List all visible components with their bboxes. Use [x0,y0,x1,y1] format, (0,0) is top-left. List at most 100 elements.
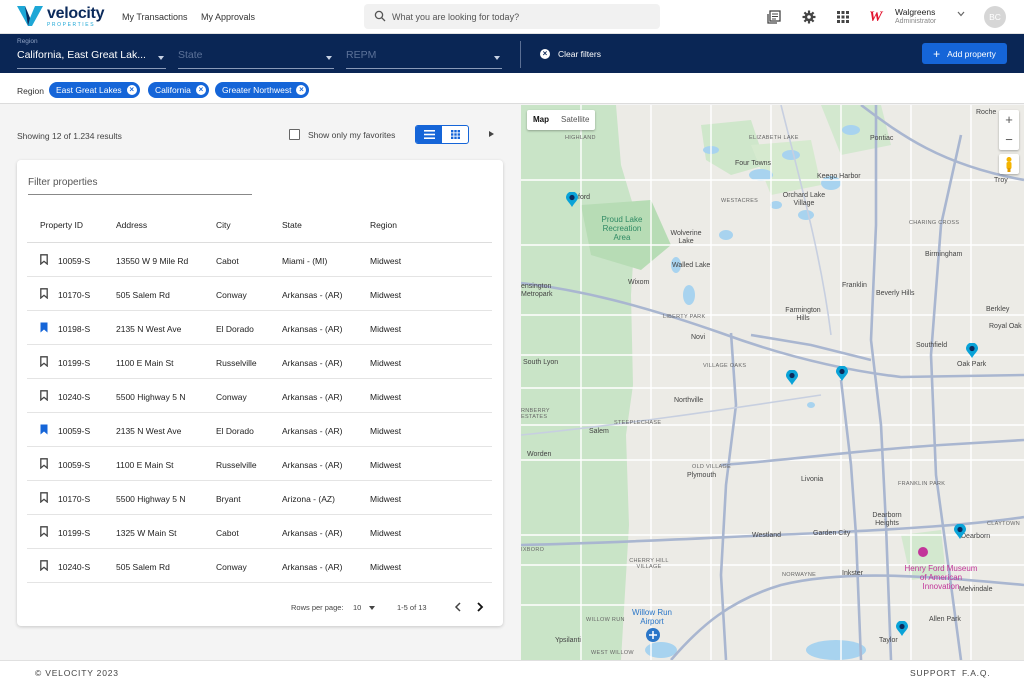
map-pin-icon[interactable] [896,621,908,636]
support-link[interactable]: SUPPORT [910,668,957,678]
list-view-button[interactable] [416,126,442,143]
table-row[interactable]: 10059-S 13550 W 9 Mile Rd Cabot Miami - (MI… [27,243,492,277]
chip-remove-icon[interactable]: × [126,85,137,95]
avatar[interactable]: BC [984,6,1006,28]
chip-remove-icon[interactable]: × [195,85,206,95]
table-row[interactable]: 10170-S 5500 Highway 5 N Bryant Arizona - (… [27,481,492,515]
chevron-left-icon[interactable] [454,602,462,612]
table-row[interactable]: 10240-S 505 Salem Rd Conway Arkansas - (AR)… [27,549,492,583]
table-row[interactable]: 10199-S 1100 E Main St Russelville Arkansas… [27,345,492,379]
filter-chip[interactable]: East Great Lakes × [49,82,140,98]
view-toggle [415,125,469,144]
map-pin-icon[interactable] [566,192,578,207]
cell-region: Midwest [370,392,402,402]
clear-filters-button[interactable]: × Clear filters [540,49,601,59]
expand-panel-icon[interactable] [489,131,494,137]
chevron-down-icon[interactable] [957,11,965,17]
favorites-label: Show only my favorites [308,129,396,140]
add-property-label: Add property [947,48,996,59]
rows-per-page-select[interactable]: 10 [353,603,361,612]
dropdown-arrow-icon [494,56,500,60]
filter-chip[interactable]: California × [148,82,209,98]
search-input[interactable]: What you are looking for today? [364,4,660,29]
company-name[interactable]: Walgreens [895,7,935,17]
map-type-satellite-button[interactable]: Satellite [555,110,595,130]
property-list-panel: Showing 12 of 1.234 results Show only my… [0,105,520,660]
bookmark-icon[interactable] [40,458,48,469]
table-row[interactable]: 10198-S 2135 N West Ave El Dorado Arkansas … [27,311,492,345]
cell-address: 1100 E Main St [116,358,174,368]
favorites-checkbox[interactable]: Show only my favorites [289,129,395,140]
bookmark-icon[interactable] [40,288,48,299]
column-header-property-id[interactable]: Property ID [40,220,83,230]
gear-icon[interactable] [802,10,816,24]
cell-region: Midwest [370,426,402,436]
bookmark-filled-icon[interactable] [40,424,48,435]
add-property-button[interactable]: + Add property [922,43,1007,64]
bookmark-icon[interactable] [40,356,48,367]
bookmark-icon[interactable] [40,254,48,265]
map-label: Four Towns [735,160,772,167]
zoom-in-button[interactable]: + [999,110,1019,130]
chip-remove-icon[interactable]: × [296,85,307,95]
filter-chip[interactable]: Greater Northwest × [215,82,310,98]
column-header-address[interactable]: Address [116,220,147,230]
cell-region: Midwest [370,562,402,572]
repm-dropdown[interactable]: REPM [346,38,502,69]
page-range: 1-5 of 13 [397,603,427,612]
grid-view-button[interactable] [442,126,468,143]
map-pin-icon[interactable] [954,524,966,539]
region-dropdown[interactable]: Region California, East Great Lak... [17,38,166,69]
map-label: Allen Park [929,616,961,623]
cell-id: 10240-S [58,392,91,402]
filter-bar: Region California, East Great Lak... Sta… [0,34,1024,73]
documents-icon[interactable] [767,10,781,24]
table-row[interactable]: 10170-S 505 Salem Rd Conway Arkansas - (AR)… [27,277,492,311]
map-pin-icon[interactable] [836,366,848,381]
state-dropdown[interactable]: State [178,38,334,69]
walgreens-logo: W [869,9,883,25]
bookmark-filled-icon[interactable] [40,322,48,333]
table-row[interactable]: 10059-S 1100 E Main St Russelville Arkansas… [27,447,492,481]
column-header-region[interactable]: Region [370,220,397,230]
cell-region: Midwest [370,290,402,300]
bookmark-icon[interactable] [40,560,48,571]
map-label: Wixom [628,279,650,286]
apps-grid-icon[interactable] [836,10,850,24]
chevron-right-icon[interactable] [476,602,484,612]
map-label: Walled Lake [672,262,711,269]
velocity-logo[interactable]: velocity PROPERTIES [17,6,104,28]
bookmark-icon[interactable] [40,492,48,503]
rows-per-page-label: Rows per page: [291,603,344,612]
state-dropdown-placeholder: State [178,49,203,61]
table-row[interactable]: 10240-S 5500 Highway 5 N Conway Arkansas - … [27,379,492,413]
map-label: Novi [691,334,706,341]
map-pin-icon[interactable] [786,370,798,385]
table-row[interactable]: 10199-S 1325 W Main St Cabot Arkansas - (AR… [27,515,492,549]
logo-name: velocity [47,5,105,22]
chip-label: East Great Lakes [56,85,122,95]
map-type-map-button[interactable]: Map [527,110,555,130]
nav-my-approvals[interactable]: My Approvals [201,12,255,22]
map-label: Northville [674,397,704,404]
table-row[interactable]: 10059-S 2135 N West Ave El Dorado Arkansas … [27,413,492,447]
rows-per-page-arrow-icon[interactable] [369,606,375,610]
cell-address: 13550 W 9 Mile Rd [116,256,189,266]
nav-my-transactions[interactable]: My Transactions [122,12,188,22]
map-label: WESTACRES [721,198,759,204]
map[interactable]: HIGHLAND ford ELIZABETH LAKE Pontiac Fou… [521,105,1024,660]
table-header: Property ID Address City State Region [27,212,492,243]
zoom-out-button[interactable]: − [999,130,1019,150]
cell-city: Conway [216,562,247,572]
bookmark-icon[interactable] [40,526,48,537]
map-type-control: Map Satellite [527,110,596,130]
cell-region: Midwest [370,324,402,334]
column-header-city[interactable]: City [216,220,231,230]
column-header-state[interactable]: State [282,220,302,230]
faq-link[interactable]: F.A.Q. [962,668,990,678]
map-pin-icon[interactable] [966,343,978,358]
filter-properties-input[interactable]: Filter properties [28,177,252,195]
bookmark-icon[interactable] [40,390,48,401]
cell-city: El Dorado [216,324,254,334]
street-view-button[interactable] [999,154,1019,174]
